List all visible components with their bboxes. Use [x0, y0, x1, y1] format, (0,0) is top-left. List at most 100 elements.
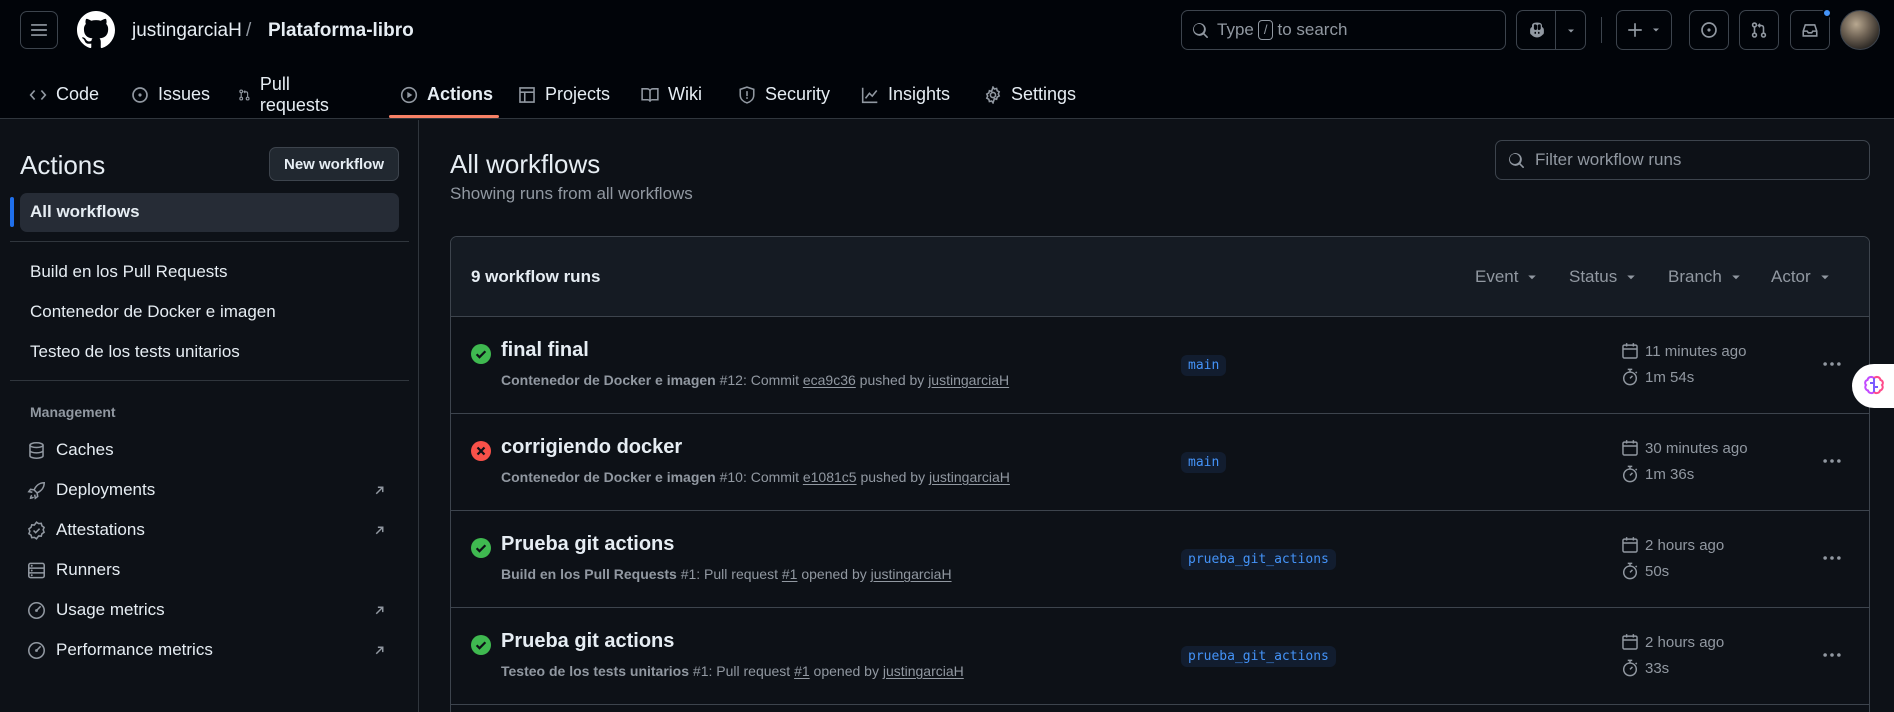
- sidebar-item-usage-metrics[interactable]: Usage metrics: [27, 600, 165, 620]
- search-icon: [1509, 152, 1524, 168]
- extension-widget[interactable]: [1852, 364, 1894, 408]
- more-options-icon[interactable]: [1821, 547, 1843, 569]
- sidebar-item-performance-metrics[interactable]: Performance metrics: [27, 640, 213, 660]
- new-workflow-button[interactable]: New workflow: [269, 147, 399, 181]
- run-title[interactable]: corrigiendo docker: [501, 436, 682, 459]
- page-subtitle: Showing runs from all workflows: [450, 184, 693, 203]
- stopwatch-icon: [1622, 465, 1638, 483]
- sidebar-workflow-docker[interactable]: Contenedor de Docker e imagen: [30, 302, 276, 322]
- filter-workflow-runs-input[interactable]: Filter workflow runs: [1495, 140, 1870, 180]
- issue-icon: [1701, 22, 1717, 38]
- chevron-down-icon: [1568, 29, 1574, 33]
- tab-actions[interactable]: Actions: [400, 70, 493, 119]
- run-time: 30 minutes ago: [1621, 439, 1748, 457]
- filter-placeholder: Filter workflow runs: [1535, 150, 1682, 169]
- run-title[interactable]: Prueba git actions: [501, 630, 674, 653]
- issues-button[interactable]: [1689, 10, 1729, 50]
- tab-projects[interactable]: Projects: [518, 70, 610, 119]
- create-new-button[interactable]: [1616, 10, 1672, 50]
- actor-link[interactable]: justingarciaH: [928, 372, 1009, 388]
- branch-label[interactable]: main: [1181, 452, 1227, 473]
- chevron-down-icon: [1528, 275, 1537, 280]
- book-icon: [641, 87, 659, 102]
- notification-indicator: [1822, 8, 1832, 18]
- global-search-input[interactable]: Type / to search: [1181, 10, 1506, 50]
- actor-link[interactable]: justingarciaH: [871, 566, 952, 582]
- copilot-icon: [1530, 22, 1544, 38]
- status-filter-dropdown[interactable]: Status: [1569, 267, 1637, 287]
- check-circle-icon: [471, 344, 491, 364]
- sidebar-item-deployments[interactable]: Deployments: [27, 480, 155, 500]
- more-options-icon[interactable]: [1821, 353, 1843, 375]
- check-circle-icon: [471, 538, 491, 558]
- stopwatch-icon: [1622, 562, 1638, 580]
- run-meta: Contenedor de Docker e imagen #12: Commi…: [501, 372, 1010, 388]
- tab-security[interactable]: Security: [738, 70, 830, 119]
- more-options-icon[interactable]: [1821, 644, 1843, 666]
- sidebar-item-runners[interactable]: Runners: [27, 560, 120, 580]
- tab-issues[interactable]: Issues: [131, 70, 210, 119]
- pull-request-icon: [1751, 22, 1767, 38]
- pull-requests-button[interactable]: [1739, 10, 1779, 50]
- table-row: Prueba git actions Build en los Pull Req…: [451, 511, 1869, 608]
- sidebar-workflow-tests[interactable]: Testeo de los tests unitarios: [30, 342, 240, 362]
- sidebar-item-caches[interactable]: Caches: [27, 440, 114, 460]
- menu-button[interactable]: [20, 11, 58, 49]
- brain-icon: [1864, 375, 1884, 395]
- search-prefix: Type: [1217, 20, 1254, 39]
- tab-code[interactable]: Code: [29, 70, 99, 119]
- run-duration: 1m 36s: [1621, 465, 1694, 483]
- sidebar-title: Actions: [20, 150, 106, 180]
- more-options-icon[interactable]: [1821, 450, 1843, 472]
- tab-insights[interactable]: Insights: [861, 70, 950, 119]
- server-icon: [28, 562, 45, 578]
- avatar[interactable]: [1840, 10, 1880, 50]
- table-row: final final Contenedor de Docker e image…: [451, 317, 1869, 414]
- run-meta: Contenedor de Docker e imagen #10: Commi…: [501, 469, 1010, 485]
- external-link-icon: [375, 526, 384, 535]
- run-duration: 50s: [1621, 562, 1669, 580]
- branch-label[interactable]: prueba_git_actions: [1181, 646, 1336, 667]
- plus-icon: [1628, 23, 1642, 37]
- stopwatch-icon: [1622, 659, 1638, 677]
- tab-settings[interactable]: Settings: [984, 70, 1076, 119]
- branch-label[interactable]: prueba_git_actions: [1181, 549, 1336, 570]
- breadcrumb-owner[interactable]: justingarciaH: [132, 18, 242, 44]
- run-title[interactable]: final final: [501, 339, 589, 362]
- tab-wiki[interactable]: Wiki: [641, 70, 702, 119]
- branch-label[interactable]: main: [1181, 355, 1227, 376]
- branch-filter-dropdown[interactable]: Branch: [1668, 267, 1742, 287]
- search-suffix: to search: [1277, 20, 1348, 39]
- x-circle-icon: [471, 441, 491, 461]
- tab-pull-requests[interactable]: Pull requests: [238, 70, 334, 119]
- run-time: 2 hours ago: [1621, 536, 1724, 554]
- commit-link[interactable]: e1081c5: [803, 469, 857, 485]
- pull-request-link[interactable]: #1: [782, 566, 798, 582]
- github-logo-icon[interactable]: [77, 11, 115, 49]
- workflow-runs-list: 9 workflow runs Event Status Branch Acto…: [450, 236, 1870, 712]
- play-icon: [400, 86, 418, 103]
- sidebar-item-attestations[interactable]: Attestations: [27, 520, 145, 540]
- chevron-down-icon: [1653, 28, 1659, 32]
- hamburger-icon: [31, 24, 47, 36]
- event-filter-dropdown[interactable]: Event: [1475, 267, 1538, 287]
- run-meta: Build en los Pull Requests #1: Pull requ…: [501, 566, 952, 582]
- sidebar-divider: [10, 380, 409, 381]
- run-title[interactable]: Prueba git actions: [501, 533, 674, 556]
- sidebar-item-all-workflows-label: All workflows: [30, 202, 140, 221]
- copilot-button[interactable]: [1516, 10, 1586, 50]
- external-link-icon: [375, 606, 384, 615]
- commit-link[interactable]: eca9c36: [803, 372, 856, 388]
- pull-request-link[interactable]: #1: [794, 663, 810, 679]
- management-heading: Management: [30, 404, 116, 420]
- meter-icon: [28, 641, 45, 659]
- database-icon: [29, 441, 44, 459]
- breadcrumb-repo[interactable]: Plataforma-libro: [268, 18, 414, 44]
- code-icon: [29, 89, 47, 100]
- actor-link[interactable]: justingarciaH: [883, 663, 964, 679]
- actor-link[interactable]: justingarciaH: [929, 469, 1010, 485]
- actor-filter-dropdown[interactable]: Actor: [1771, 267, 1831, 287]
- run-time: 11 minutes ago: [1621, 342, 1746, 360]
- sidebar-workflow-build[interactable]: Build en los Pull Requests: [30, 262, 228, 282]
- run-duration: 1m 54s: [1621, 368, 1694, 386]
